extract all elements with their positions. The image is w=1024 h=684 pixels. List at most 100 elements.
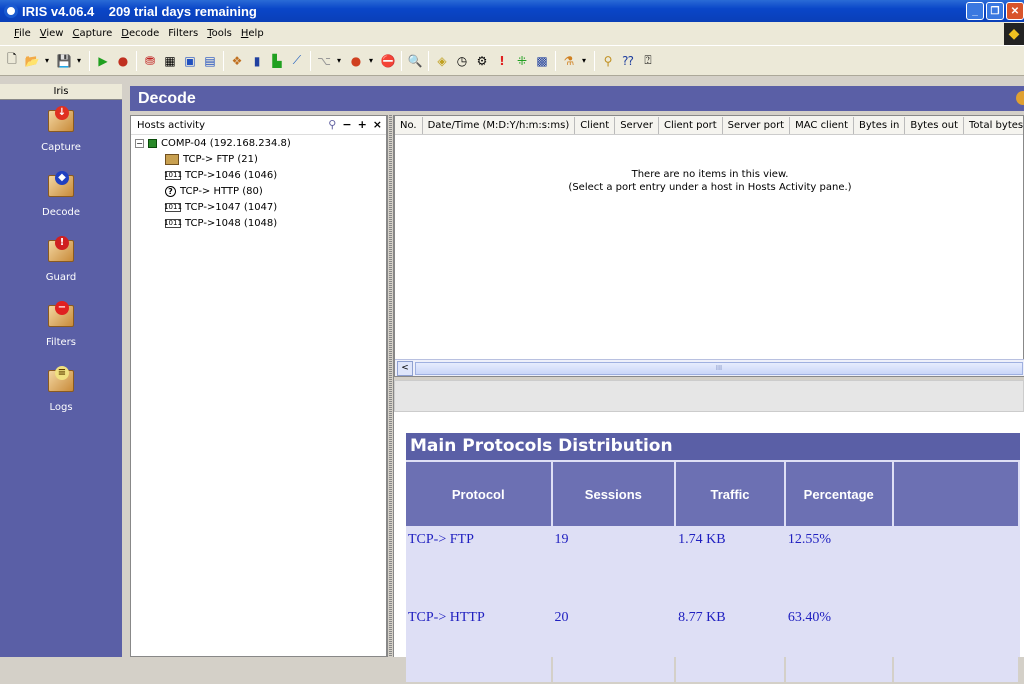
statistics-icon[interactable]: ❖ — [228, 51, 246, 71]
menu-mnemonic: D — [121, 28, 129, 39]
save-icon[interactable]: 💾 — [55, 51, 73, 71]
menu-item[interactable]: Filters — [164, 28, 203, 39]
panel-view-icon[interactable]: ▣ — [181, 51, 199, 71]
report-pane: Main Protocols Distribution Protocol Sess… — [394, 412, 1024, 682]
minimize-button[interactable]: _ — [966, 2, 984, 20]
user-search-icon[interactable]: ⚲ — [599, 51, 617, 71]
sidebar-item-logs[interactable]: ≡ Logs — [0, 360, 122, 425]
menu-label: iew — [46, 28, 64, 39]
column-header[interactable]: Client — [575, 116, 616, 134]
ftp-folder-icon — [165, 153, 179, 165]
menu-item[interactable]: File — [10, 28, 36, 39]
column-chart-icon[interactable]: ▙ — [268, 51, 286, 71]
table-row: TCP-> FTP 19 1.74 KB 12.55% — [406, 528, 1018, 604]
address-book-icon[interactable]: ● — [347, 51, 365, 71]
table-row: TCP-> HTTP 20 8.77 KB 63.40% — [406, 606, 1018, 682]
report-icon[interactable]: ▩ — [533, 51, 551, 71]
tree-children: TCP-> FTP (21) 1011 TCP->1046 (1046)? TCP->… — [135, 151, 386, 231]
dropdown-arrow-icon[interactable]: ▾ — [43, 51, 51, 71]
close-button[interactable]: ✕ — [1006, 2, 1024, 20]
table-header-cell — [893, 462, 1018, 526]
table-header-row: Protocol Sessions Traffic Percentage — [406, 462, 1018, 526]
menu-item[interactable]: Decode — [117, 28, 164, 39]
column-header[interactable]: Total bytes — [964, 117, 1023, 134]
filter-disabled-icon[interactable]: ⌥ — [315, 51, 333, 71]
column-header[interactable]: No. — [395, 116, 423, 134]
tree-port-node[interactable]: TCP-> FTP (21) — [135, 151, 386, 167]
gears-icon[interactable]: ⚙ — [473, 51, 491, 71]
iris-app-icon[interactable] — [4, 4, 18, 18]
pane-tools: ⚲ − + × — [328, 118, 382, 131]
start-capture-icon[interactable]: ▶ — [94, 51, 112, 71]
view-icon[interactable]: ▦ — [161, 51, 179, 71]
table-body: TCP-> FTP 19 1.74 KB 12.55% TCP-> HTTP 20 8.77… — [406, 528, 1018, 682]
open-folder-icon[interactable]: 📂 — [23, 51, 41, 71]
guard-icon: ! — [46, 236, 76, 266]
table-cell — [893, 606, 1018, 682]
sidebar-item-filters[interactable]: − Filters — [0, 295, 122, 360]
sidebar-header: Iris — [0, 84, 122, 100]
bar-chart-icon[interactable]: ▮ — [248, 51, 266, 71]
help-icon[interactable]: ⍰ — [639, 51, 657, 71]
collapse-icon[interactable]: − — [342, 118, 351, 131]
tree-port-node[interactable]: 1011 TCP->1047 (1047) — [135, 199, 386, 215]
menu-item[interactable]: Tools — [203, 28, 237, 39]
line-chart-icon[interactable]: ⟋ — [288, 51, 306, 71]
plugin-icon[interactable]: ⚗ — [560, 51, 578, 71]
toolbar-separator — [89, 50, 90, 71]
menu-label: elp — [248, 28, 264, 39]
tree-host-node[interactable]: − COMP-04 (192.168.234.8) — [135, 135, 386, 151]
dropdown-arrow-icon[interactable]: ▾ — [580, 51, 588, 71]
sidebar-item-guard[interactable]: ! Guard — [0, 230, 122, 295]
column-header[interactable]: Bytes out — [905, 116, 965, 134]
list-view-icon[interactable]: ▤ — [201, 51, 219, 71]
hosts-activity-pane: Hosts activity ⚲ − + × − COMP-04 (192.16… — [130, 115, 387, 657]
scroll-left-button[interactable]: < — [397, 360, 413, 376]
filter-icon[interactable]: ⛃ — [141, 51, 159, 71]
dropdown-arrow-icon[interactable]: ▾ — [75, 51, 83, 71]
table-cell: 8.77 KB — [676, 606, 784, 682]
restore-button[interactable]: ❐ — [986, 2, 1004, 20]
protocols-table: Protocol Sessions Traffic Percentage TCP-> … — [404, 460, 1020, 684]
tree-port-node[interactable]: 1011 TCP->1046 (1046) — [135, 167, 386, 183]
dropdown-arrow-icon[interactable]: ▾ — [335, 51, 343, 71]
menu-label: ile — [19, 28, 31, 39]
sidebar-item-label: Guard — [45, 272, 77, 283]
dropdown-arrow-icon[interactable]: ▾ — [367, 51, 375, 71]
collapse-node-icon[interactable]: − — [135, 138, 144, 148]
alert-icon[interactable]: ! — [493, 51, 511, 71]
expand-icon[interactable]: + — [358, 118, 367, 131]
menu-item[interactable]: View — [36, 28, 69, 39]
help-pointer-icon[interactable]: ⁇ — [619, 51, 637, 71]
tree-port-node[interactable]: ? TCP-> HTTP (80) — [135, 183, 386, 199]
table-cell: 12.55% — [785, 528, 892, 604]
toolbar-separator — [401, 50, 402, 71]
column-header[interactable]: Client port — [659, 116, 723, 134]
column-header[interactable]: Server port — [723, 116, 791, 134]
network-icon[interactable]: ⁜ — [513, 51, 531, 71]
menu-item[interactable]: Capture — [68, 28, 117, 39]
page-title: Decode — [138, 90, 196, 107]
close-pane-icon[interactable]: × — [373, 118, 382, 131]
column-header[interactable]: Server — [615, 116, 659, 134]
stop-icon[interactable]: ⛔ — [379, 51, 397, 71]
sidebar-item-decode[interactable]: ◆ Decode — [0, 165, 122, 230]
scroll-thumb[interactable]: III — [415, 361, 1023, 375]
decode-header: Decode — [130, 86, 1024, 111]
sidebar-item-capture[interactable]: ↓ Capture — [0, 100, 122, 165]
horizontal-scrollbar[interactable]: < III — [395, 359, 1024, 376]
decode-toolbar-icon[interactable]: ● — [114, 51, 132, 71]
column-header[interactable]: Bytes in — [854, 116, 906, 134]
column-header[interactable]: Date/Time (M:D:Y/h:m:s:ms) — [423, 116, 576, 134]
tree-port-node[interactable]: 1011 TCP->1048 (1048) — [135, 215, 386, 231]
eraser-icon[interactable]: ◈ — [433, 51, 451, 71]
menu-item[interactable]: Help — [237, 28, 269, 39]
vertical-splitter[interactable] — [387, 115, 394, 657]
column-header[interactable]: MAC client — [790, 116, 855, 134]
clock-icon[interactable]: ◷ — [453, 51, 471, 71]
sidebar-item-label: Logs — [49, 402, 73, 413]
host-label: COMP-04 (192.168.234.8) — [161, 137, 291, 149]
find-icon[interactable]: 🔍 — [406, 51, 424, 71]
host-search-icon[interactable]: ⚲ — [328, 118, 336, 131]
new-file-icon[interactable]: 🗋 — [3, 51, 21, 71]
